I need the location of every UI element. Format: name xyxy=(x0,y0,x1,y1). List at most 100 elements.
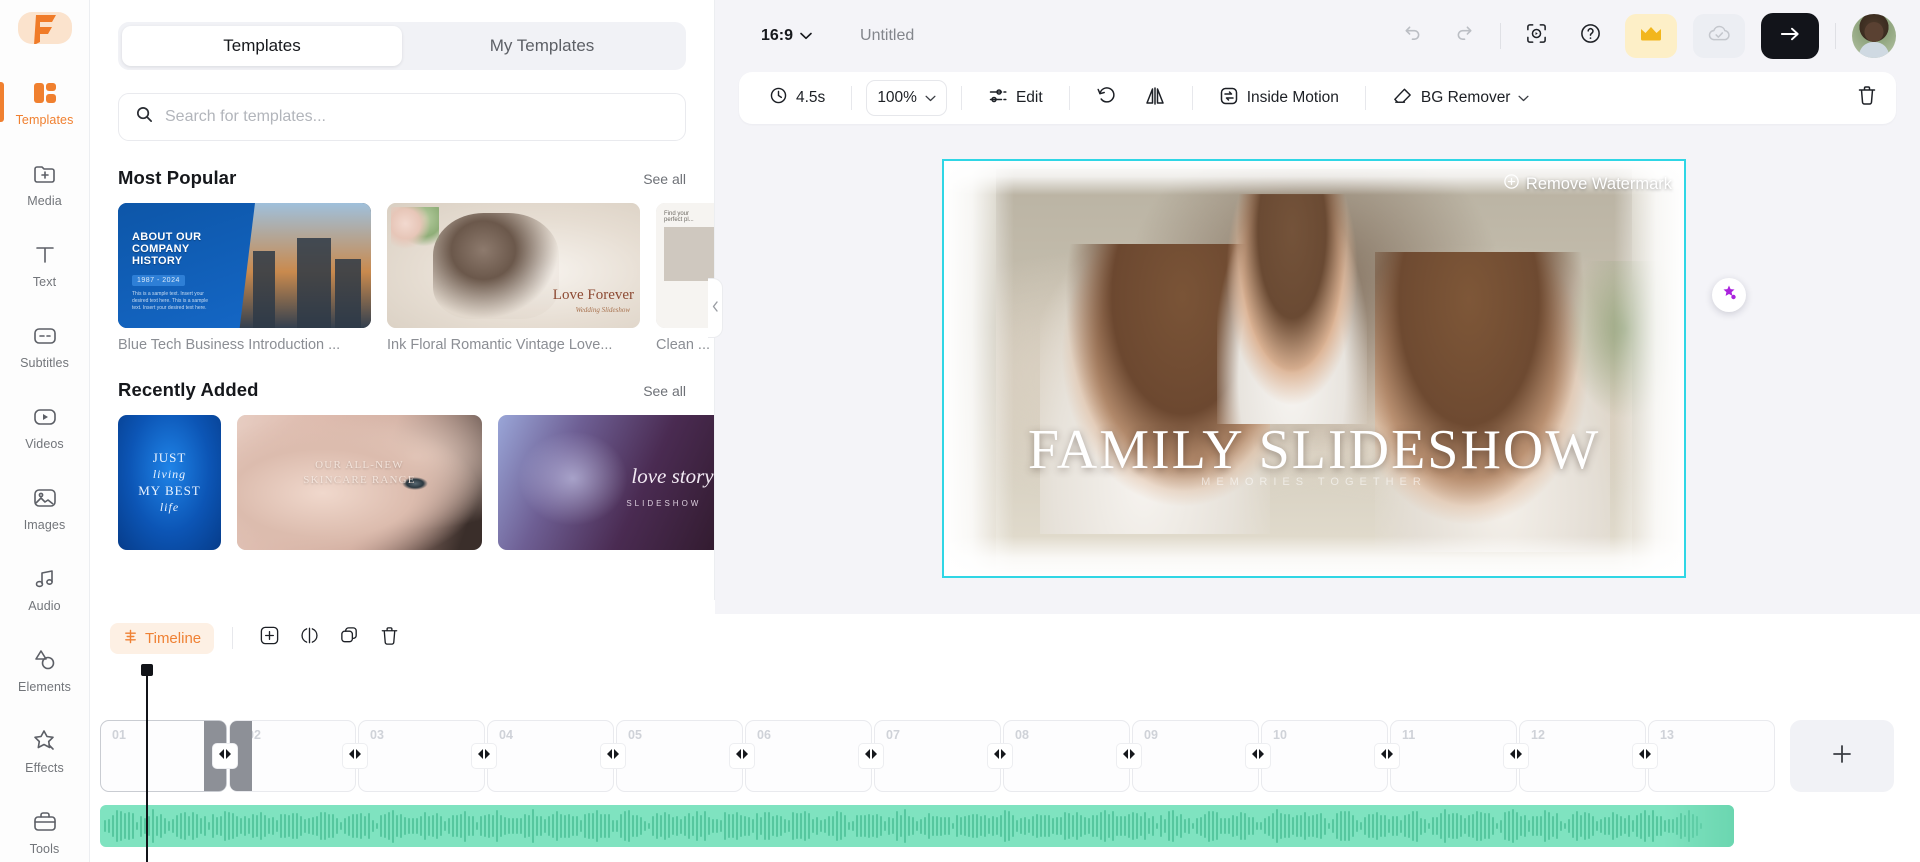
rotate-button[interactable] xyxy=(1084,80,1128,116)
remove-watermark-icon xyxy=(1503,173,1520,195)
timeline-badge[interactable]: Timeline xyxy=(110,622,215,654)
top-bar: 16:9 Untitled xyxy=(715,0,1920,72)
duration-button[interactable]: 4.5s xyxy=(757,80,837,116)
template-name: Ink Floral Romantic Vintage Love... xyxy=(387,337,613,353)
timeline-clip[interactable]: 13 xyxy=(1648,720,1775,792)
section-header: Most Popular See all xyxy=(118,167,686,189)
tab-templates[interactable]: Templates xyxy=(122,26,402,66)
transition-button[interactable] xyxy=(1632,743,1658,769)
duplicate-button[interactable] xyxy=(331,620,367,656)
app-logo[interactable] xyxy=(17,12,72,44)
flip-button[interactable] xyxy=(1132,80,1178,116)
flexclip-logo-icon xyxy=(33,15,56,44)
help-button[interactable] xyxy=(1571,17,1609,55)
transition-button[interactable] xyxy=(342,743,368,769)
split-button[interactable] xyxy=(291,620,327,656)
sidebar-item-label: Subtitles xyxy=(20,356,69,370)
search-box[interactable] xyxy=(118,93,686,141)
timeline-clip[interactable]: 07 xyxy=(874,720,1001,792)
clock-icon xyxy=(769,86,788,110)
transition-button[interactable] xyxy=(1374,743,1400,769)
magic-tool-button[interactable] xyxy=(1712,278,1746,312)
timeline-clip[interactable]: 10 xyxy=(1261,720,1388,792)
template-thumbnail: OUR ALL-NEW SKINCARE RANGE xyxy=(237,415,482,550)
template-card[interactable]: Find your perfect pl... Clean ... xyxy=(656,203,714,353)
template-card[interactable]: love story SLIDESHOW xyxy=(498,415,714,550)
video-canvas[interactable]: FAMILY SLIDESHOW MEMORIES TOGETHER Remov… xyxy=(942,159,1686,578)
timeline-clip[interactable]: 01 xyxy=(100,720,227,792)
transition-button[interactable] xyxy=(858,743,884,769)
template-card[interactable]: OUR ALL-NEW SKINCARE RANGE xyxy=(237,415,482,550)
audio-track[interactable] xyxy=(100,805,1734,847)
transition-icon xyxy=(1509,747,1523,765)
timeline-clip[interactable]: 08 xyxy=(1003,720,1130,792)
template-card[interactable]: JUST living MY BEST life xyxy=(118,415,221,550)
subtitles-icon xyxy=(30,321,60,351)
sidebar-item-label: Templates xyxy=(15,113,74,127)
edit-button[interactable]: Edit xyxy=(976,80,1055,116)
zoom-selector[interactable]: 100% xyxy=(866,80,947,116)
export-button[interactable] xyxy=(1761,13,1819,59)
timeline-clip[interactable]: 12 xyxy=(1519,720,1646,792)
see-all-recently-added[interactable]: See all xyxy=(643,383,686,399)
timeline-tracks: 01 02 03 04 05 06 07 08 09 10 11 12 13 xyxy=(0,662,1920,862)
timeline-clip[interactable]: 09 xyxy=(1132,720,1259,792)
transition-icon xyxy=(348,747,362,765)
elements-shapes-icon xyxy=(30,645,60,675)
sidebar-item-videos[interactable]: Videos xyxy=(0,386,89,467)
sidebar-item-subtitles[interactable]: Subtitles xyxy=(0,305,89,386)
redo-button[interactable] xyxy=(1446,17,1484,55)
sidebar-item-templates[interactable]: Templates xyxy=(0,62,89,143)
aspect-ratio-selector[interactable]: 16:9 xyxy=(761,27,812,45)
delete-element-button[interactable] xyxy=(1856,84,1878,112)
delete-button[interactable] xyxy=(371,620,407,656)
sidebar-item-audio[interactable]: Audio xyxy=(0,548,89,629)
sidebar-item-text[interactable]: Text xyxy=(0,224,89,305)
remove-watermark-button[interactable]: Remove Watermark xyxy=(1503,173,1672,195)
upgrade-button[interactable] xyxy=(1625,14,1677,58)
sidebar-item-tools[interactable]: Tools xyxy=(0,791,89,862)
preview-button[interactable] xyxy=(1517,17,1555,55)
panel-collapse-handle[interactable] xyxy=(708,278,723,338)
sidebar-item-media[interactable]: Media xyxy=(0,143,89,224)
timeline-clip[interactable]: 02 xyxy=(229,720,356,792)
tab-my-templates[interactable]: My Templates xyxy=(402,26,682,66)
transition-button[interactable] xyxy=(1245,743,1271,769)
sidebar-item-elements[interactable]: Elements xyxy=(0,629,89,710)
add-clip-button[interactable] xyxy=(1790,720,1894,792)
chevron-down-icon xyxy=(1518,89,1530,107)
timeline-clip[interactable]: 04 xyxy=(487,720,614,792)
sidebar-item-effects[interactable]: Effects xyxy=(0,710,89,791)
transition-button[interactable] xyxy=(600,743,626,769)
search-input[interactable] xyxy=(165,108,669,126)
project-title[interactable]: Untitled xyxy=(860,27,914,45)
template-card[interactable]: Love Forever Wedding Slideshow Ink Flora… xyxy=(387,203,640,353)
timeline-clip[interactable]: 03 xyxy=(358,720,485,792)
clip-number: 01 xyxy=(112,728,126,742)
edit-label: Edit xyxy=(1015,89,1043,106)
transition-button[interactable] xyxy=(729,743,755,769)
see-all-most-popular[interactable]: See all xyxy=(643,171,686,187)
add-media-button[interactable] xyxy=(251,620,287,656)
undo-button[interactable] xyxy=(1392,17,1430,55)
timeline-clip[interactable]: 11 xyxy=(1390,720,1517,792)
avatar[interactable] xyxy=(1852,14,1896,58)
sidebar-item-images[interactable]: Images xyxy=(0,467,89,548)
timeline-clip[interactable]: 06 xyxy=(745,720,872,792)
timeline-clip[interactable]: 05 xyxy=(616,720,743,792)
inside-motion-button[interactable]: Inside Motion xyxy=(1207,80,1351,116)
sidebar-item-label: Elements xyxy=(18,680,71,694)
flip-horizontal-icon xyxy=(1144,86,1166,111)
transition-button[interactable] xyxy=(1503,743,1529,769)
crown-icon xyxy=(1639,24,1663,49)
playhead[interactable] xyxy=(141,664,153,862)
cloud-save-button[interactable] xyxy=(1693,14,1745,58)
bg-remover-button[interactable]: BG Remover xyxy=(1380,80,1542,116)
clip-number: 08 xyxy=(1015,728,1029,742)
transition-button[interactable] xyxy=(471,743,497,769)
transition-button[interactable] xyxy=(212,743,238,769)
transition-button[interactable] xyxy=(1116,743,1142,769)
transition-button[interactable] xyxy=(987,743,1013,769)
template-card[interactable]: ABOUT OUR COMPANY HISTORY 1987 - 2024 This… xyxy=(118,203,371,353)
clip-track: 01 02 03 04 05 06 07 08 09 10 11 12 13 xyxy=(100,720,1777,792)
